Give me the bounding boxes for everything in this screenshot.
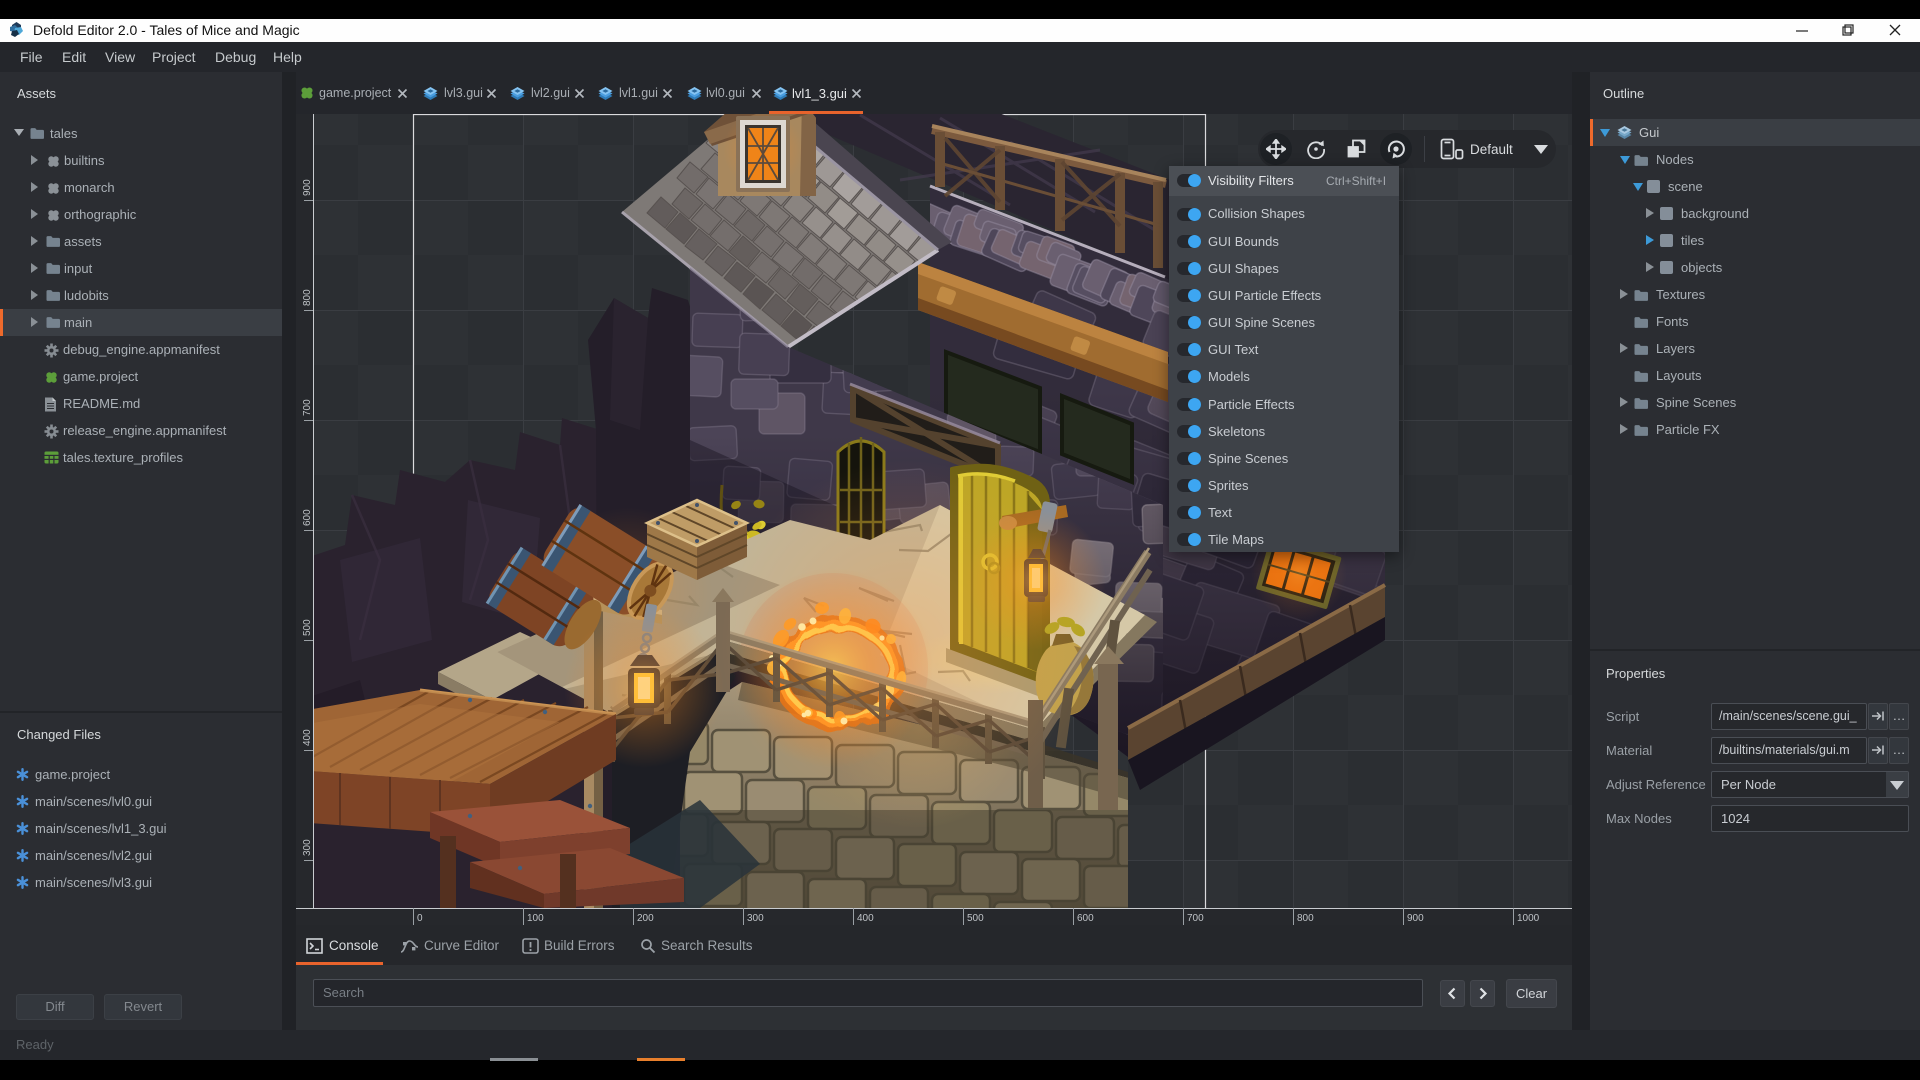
svg-text:700: 700 — [1187, 913, 1204, 924]
svg-text:900: 900 — [1407, 913, 1424, 924]
svg-text:200: 200 — [637, 913, 654, 924]
svg-text:800: 800 — [1297, 913, 1314, 924]
svg-text:400: 400 — [857, 913, 874, 924]
svg-text:400: 400 — [302, 729, 313, 746]
svg-text:1000: 1000 — [1517, 913, 1540, 924]
svg-text:600: 600 — [302, 509, 313, 526]
svg-text:300: 300 — [302, 839, 313, 856]
svg-text:900: 900 — [302, 179, 313, 196]
svg-text:700: 700 — [302, 399, 313, 416]
svg-text:300: 300 — [747, 913, 764, 924]
svg-text:600: 600 — [1077, 913, 1094, 924]
svg-text:800: 800 — [302, 289, 313, 306]
svg-text:500: 500 — [967, 913, 984, 924]
svg-text:0: 0 — [417, 913, 423, 924]
svg-text:100: 100 — [527, 913, 544, 924]
svg-text:500: 500 — [302, 619, 313, 636]
